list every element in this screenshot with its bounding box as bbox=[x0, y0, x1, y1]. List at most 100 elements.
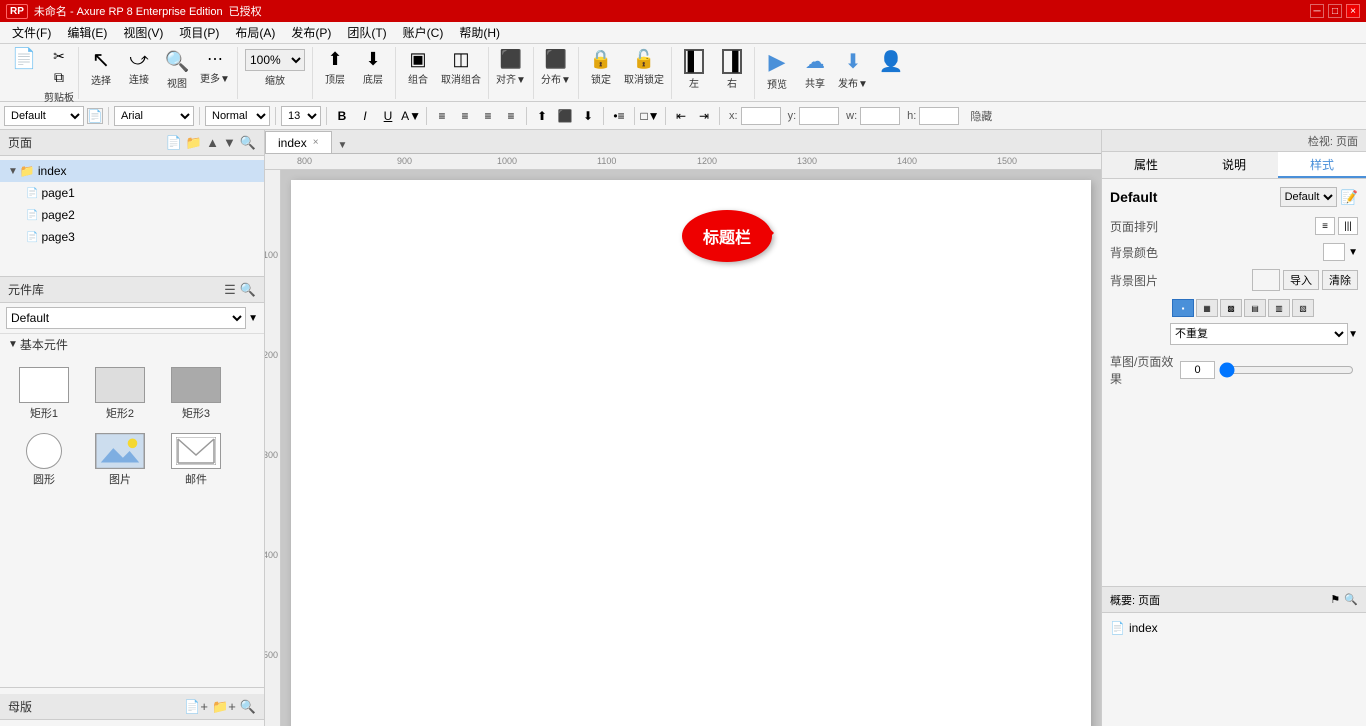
size-select[interactable]: 13 10 12 14 16 18 bbox=[281, 106, 321, 126]
menu-help[interactable]: 帮助(H) bbox=[451, 22, 508, 43]
bold-button[interactable]: B bbox=[332, 106, 352, 126]
masters-search-button[interactable]: 🔍 bbox=[240, 699, 256, 715]
summary-item-index[interactable]: 📄 index bbox=[1110, 617, 1358, 639]
maximize-button[interactable]: □ bbox=[1328, 4, 1342, 18]
align-right-button[interactable]: ≡ bbox=[478, 106, 498, 126]
component-library-select[interactable]: Default bbox=[6, 307, 246, 329]
tile-btn-1[interactable]: ▪ bbox=[1172, 299, 1194, 317]
components-menu-button[interactable]: ☰ bbox=[224, 282, 236, 298]
indent-left-button[interactable]: ⇤ bbox=[671, 106, 691, 126]
tile-btn-5[interactable]: ▥ bbox=[1268, 299, 1290, 317]
tree-item-page2[interactable]: 📄 page2 bbox=[0, 204, 264, 226]
menu-file[interactable]: 文件(F) bbox=[4, 22, 59, 43]
comp-rect3[interactable]: 矩形3 bbox=[160, 363, 232, 425]
tree-item-index[interactable]: ▼ 📁 index bbox=[0, 160, 264, 182]
x-input[interactable] bbox=[741, 107, 781, 125]
comp-rect1[interactable]: 矩形1 bbox=[8, 363, 80, 425]
toolbar-distribute-button[interactable]: ⬛ 分布▼ bbox=[538, 47, 574, 88]
pages-search-button[interactable]: 🔍 bbox=[240, 135, 256, 151]
toolbar-unlock-button[interactable]: 🔓 取消锁定 bbox=[621, 47, 667, 88]
pages-move-up-button[interactable]: ▲ bbox=[206, 135, 219, 151]
valign-mid-button[interactable]: ⬛ bbox=[555, 106, 575, 126]
components-search-button[interactable]: 🔍 bbox=[240, 282, 256, 298]
bullet-button[interactable]: •≡ bbox=[609, 106, 629, 126]
style-name-select[interactable]: Default bbox=[1280, 187, 1337, 207]
tab-index[interactable]: index × bbox=[265, 131, 332, 153]
layout-grid-button[interactable]: ≡ bbox=[1315, 217, 1335, 235]
w-input[interactable] bbox=[860, 107, 900, 125]
menu-publish[interactable]: 发布(P) bbox=[283, 22, 339, 43]
bg-image-clear-button[interactable]: 清除 bbox=[1322, 270, 1358, 290]
tree-item-page3[interactable]: 📄 page3 bbox=[0, 226, 264, 248]
bg-color-dropdown[interactable]: ▼ bbox=[1348, 247, 1358, 258]
right-tab-properties[interactable]: 属性 bbox=[1102, 152, 1190, 178]
comp-circle[interactable]: 圆形 bbox=[8, 429, 80, 491]
right-tab-style[interactable]: 样式 bbox=[1278, 152, 1366, 178]
toolbar-lock-button[interactable]: 🔒 锁定 bbox=[583, 47, 619, 88]
toolbar-share-button[interactable]: ☁ 共享 bbox=[797, 47, 833, 92]
toolbar-more-button[interactable]: ⋯ 更多▼ bbox=[197, 47, 233, 87]
style-edit-button[interactable]: 📝 bbox=[1341, 189, 1358, 206]
toolbar-copy-button[interactable]: ⧉ bbox=[44, 68, 74, 87]
repeat-select[interactable]: 不重复 重复 横向重复 纵向重复 bbox=[1170, 323, 1348, 345]
menu-account[interactable]: 账户(C) bbox=[395, 22, 452, 43]
toolbar-bottom-button[interactable]: ⬇ 底层 bbox=[355, 47, 391, 88]
toolbar-user-button[interactable]: 👤 bbox=[873, 47, 909, 76]
pages-move-down-button[interactable]: ▼ bbox=[223, 135, 236, 151]
h-input[interactable] bbox=[919, 107, 959, 125]
canvas[interactable]: 标题栏 bbox=[291, 180, 1091, 726]
y-input[interactable] bbox=[799, 107, 839, 125]
right-tab-notes[interactable]: 说明 bbox=[1190, 152, 1278, 178]
toolbar-align-button[interactable]: ⬛ 对齐▼ bbox=[493, 47, 529, 88]
tile-btn-6[interactable]: ▧ bbox=[1292, 299, 1314, 317]
collapse-basic-button[interactable]: ▼ bbox=[8, 339, 18, 350]
weight-select[interactable]: Normal Bold Italic bbox=[205, 106, 270, 126]
tab-close-button[interactable]: × bbox=[313, 137, 319, 148]
summary-filter-button[interactable]: ⚑ bbox=[1330, 593, 1340, 606]
toolbar-select-button[interactable]: ↖ 选择 bbox=[83, 47, 119, 89]
minimize-button[interactable]: ─ bbox=[1310, 4, 1324, 18]
comp-image[interactable]: 图片 bbox=[84, 429, 156, 491]
valign-top-button[interactable]: ⬆ bbox=[532, 106, 552, 126]
border-button[interactable]: □▼ bbox=[640, 106, 660, 126]
toolbar-right-panel-button[interactable]: ▐ 右 bbox=[714, 47, 750, 92]
toolbar-zoom-in-button[interactable]: 🔍 视图 bbox=[159, 47, 195, 92]
toolbar-group-button[interactable]: ▣ 组合 bbox=[400, 47, 436, 88]
align-left-button[interactable]: ≡ bbox=[432, 106, 452, 126]
align-center-button[interactable]: ≡ bbox=[455, 106, 475, 126]
tab-dropdown-button[interactable]: ▼ bbox=[336, 138, 350, 153]
toolbar-top-button[interactable]: ⬆ 顶层 bbox=[317, 47, 353, 88]
menu-project[interactable]: 项目(P) bbox=[171, 22, 227, 43]
zoom-select[interactable]: 100% 75% 50% 150% 200% bbox=[245, 49, 305, 71]
menu-edit[interactable]: 编辑(E) bbox=[59, 22, 115, 43]
layout-col-button[interactable]: ||| bbox=[1338, 217, 1358, 235]
align-justify-button[interactable]: ≡ bbox=[501, 106, 521, 126]
menu-layout[interactable]: 布局(A) bbox=[227, 22, 283, 43]
font-color-button[interactable]: A▼ bbox=[401, 106, 421, 126]
masters-add-folder-button[interactable]: 📁+ bbox=[212, 699, 236, 715]
bg-image-import-button[interactable]: 导入 bbox=[1283, 270, 1319, 290]
tile-btn-3[interactable]: ▩ bbox=[1220, 299, 1242, 317]
comp-email[interactable]: 邮件 bbox=[160, 429, 232, 491]
toolbar-left-panel-button[interactable]: ▌ 左 bbox=[676, 47, 712, 92]
toolbar-cut-button[interactable]: ✂ bbox=[44, 47, 74, 66]
masters-add-button[interactable]: 📄+ bbox=[184, 699, 208, 715]
toolbar-zoom-button[interactable]: 100% 75% 50% 150% 200% 缩放 bbox=[242, 47, 308, 89]
sketch-slider[interactable] bbox=[1219, 362, 1354, 378]
toolbar-publish-button[interactable]: ⬇ 发布▼ bbox=[835, 47, 871, 92]
summary-search-button[interactable]: 🔍 bbox=[1344, 593, 1358, 606]
fmt-new-style-button[interactable]: 📄 bbox=[87, 108, 103, 124]
tile-btn-2[interactable]: ▦ bbox=[1196, 299, 1218, 317]
sketch-value-input[interactable] bbox=[1180, 361, 1215, 379]
comp-rect2[interactable]: 矩形2 bbox=[84, 363, 156, 425]
canvas-wrapper[interactable]: 100 200 300 400 500 标题栏 bbox=[265, 170, 1101, 726]
pages-add-page-button[interactable]: 📄 bbox=[166, 135, 182, 151]
underline-button[interactable]: U bbox=[378, 106, 398, 126]
toolbar-preview-button[interactable]: ▶ 预览 bbox=[759, 47, 795, 93]
pages-add-folder-button[interactable]: 📁 bbox=[186, 135, 202, 151]
indent-right-button[interactable]: ⇥ bbox=[694, 106, 714, 126]
menu-view[interactable]: 视图(V) bbox=[115, 22, 171, 43]
style-select[interactable]: Default bbox=[4, 106, 84, 126]
toolbar-ungroup-button[interactable]: ◫ 取消组合 bbox=[438, 47, 484, 88]
bg-color-swatch[interactable] bbox=[1323, 243, 1345, 261]
